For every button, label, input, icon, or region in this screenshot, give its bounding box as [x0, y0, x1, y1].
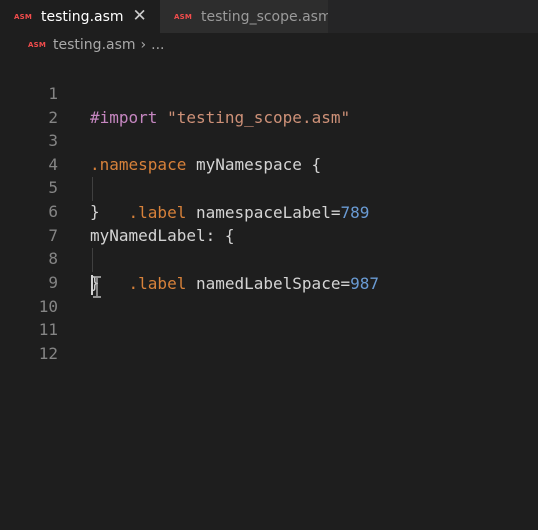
code-line[interactable]: 7 .label namedLabelSpace=987 [0, 200, 538, 293]
ibeam-cursor-icon [93, 276, 101, 298]
code-line[interactable]: 1 #import "testing_scope.asm" [0, 58, 538, 127]
code-line[interactable]: 2 [0, 82, 538, 127]
code-line[interactable]: 6 myNamedLabel: { [0, 176, 538, 245]
tab-testing-asm[interactable]: ASM testing.asm ✕ [0, 0, 160, 33]
chevron-right-icon: › [140, 37, 147, 53]
editor-window: ASM testing.asm ✕ ASM testing_scope.asm … [0, 0, 538, 530]
tab-bar-empty-area[interactable] [328, 0, 538, 33]
line-number: 12 [38, 344, 58, 363]
tab-label: testing.asm [41, 8, 124, 25]
asm-file-icon: ASM [28, 41, 47, 49]
code-line[interactable]: 5 } [0, 152, 538, 221]
code-line[interactable]: 9 [0, 247, 538, 292]
asm-file-icon: ASM [174, 12, 193, 21]
code-line[interactable]: 12 [0, 318, 538, 363]
tab-testing-scope-asm[interactable]: ASM testing_scope.asm [160, 0, 332, 33]
tab-label: testing_scope.asm [201, 8, 332, 25]
breadcrumb-file[interactable]: testing.asm [53, 37, 136, 53]
code-line[interactable]: 11 [0, 294, 538, 339]
code-line[interactable]: 10 [0, 271, 538, 316]
code-line[interactable]: 3 .namespace myNamespace { [0, 105, 538, 174]
breadcrumb-more[interactable]: ... [151, 37, 164, 53]
close-icon[interactable]: ✕ [133, 8, 147, 25]
code-line[interactable]: 8 } [0, 223, 538, 292]
tab-bar: ASM testing.asm ✕ ASM testing_scope.asm [0, 0, 538, 33]
asm-file-icon: ASM [14, 12, 33, 21]
breadcrumb: ASM testing.asm › ... [0, 33, 538, 57]
code-line[interactable]: 4 .label namespaceLabel=789 [0, 129, 538, 222]
code-editor[interactable]: 1 #import "testing_scope.asm" 2 3 .names… [0, 58, 538, 530]
